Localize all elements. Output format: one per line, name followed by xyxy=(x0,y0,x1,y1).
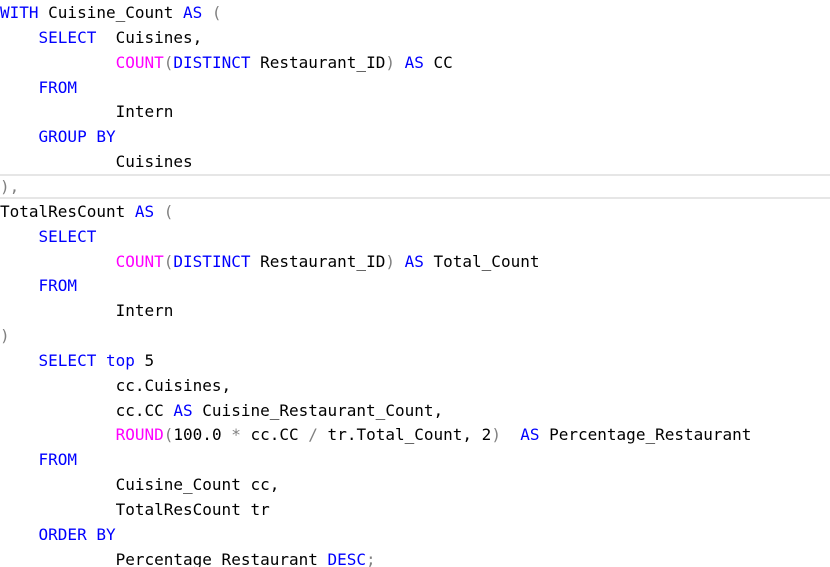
sql-keyword: DISTINCT xyxy=(173,251,251,271)
sql-keyword: GROUP BY xyxy=(38,127,116,147)
sql-keyword: SELECT xyxy=(38,226,97,246)
code-line: COUNT(DISTINCT Restaurant_ID) AS CC xyxy=(0,50,453,75)
code-line: Cuisine_Count cc, xyxy=(0,472,280,497)
code-line: Percentage_Restaurant DESC; xyxy=(0,547,376,567)
sql-text: Cuisines xyxy=(0,152,193,172)
sql-operator: / xyxy=(308,425,318,445)
sql-keyword: SELECT xyxy=(38,350,97,370)
sql-operator: ( xyxy=(163,425,174,445)
code-line: FROM xyxy=(0,273,78,298)
sql-operator: ) xyxy=(0,326,10,346)
code-line: SELECT xyxy=(0,224,97,249)
sql-text: Percentage_Restaurant xyxy=(539,425,752,445)
sql-operator: ) xyxy=(385,251,395,271)
code-line: FROM xyxy=(0,447,78,472)
code-line: ) xyxy=(0,323,10,348)
sql-function: ROUND xyxy=(115,425,164,445)
code-line: ORDER BY xyxy=(0,522,116,547)
sql-text: cc.Cuisines, xyxy=(0,375,232,395)
sql-text: Intern xyxy=(0,301,174,321)
sql-text: Restaurant_ID xyxy=(250,251,386,271)
sql-keyword: DESC xyxy=(327,549,367,567)
sql-keyword: DISTINCT xyxy=(173,52,251,72)
code-line: Intern xyxy=(0,298,174,323)
sql-keyword: ORDER BY xyxy=(38,524,116,544)
code-line: TotalResCount AS ( xyxy=(0,199,173,224)
code-line: SELECT top 5 xyxy=(0,348,155,373)
code-line: COUNT(DISTINCT Restaurant_ID) AS Total_C… xyxy=(0,249,540,274)
sql-text: Restaurant_ID xyxy=(250,52,386,72)
sql-text: Cuisine_Count cc, xyxy=(0,475,280,495)
sql-keyword: AS xyxy=(404,251,424,271)
code-line: Cuisines xyxy=(0,149,193,174)
sql-text: Total_Count xyxy=(423,251,540,271)
sql-operator: * xyxy=(231,425,241,445)
sql-operator: ) xyxy=(385,52,395,72)
sql-text: TotalResCount tr xyxy=(0,500,270,519)
sql-keyword: WITH xyxy=(0,3,39,22)
sql-operator: ) xyxy=(491,425,501,445)
sql-text: cc.CC xyxy=(240,425,309,445)
sql-operator: ( xyxy=(163,52,174,72)
statement-separator-top xyxy=(0,174,830,176)
code-line: cc.CC AS Cuisine_Restaurant_Count, xyxy=(0,398,444,423)
sql-operator: ), xyxy=(0,176,20,196)
code-line: ROUND(100.0 * cc.CC / tr.Total_Count, 2)… xyxy=(0,422,752,447)
sql-text: Intern xyxy=(0,102,174,122)
code-line: Intern xyxy=(0,99,174,124)
sql-keyword: AS xyxy=(134,201,155,221)
code-line: ), xyxy=(0,174,19,199)
sql-function: COUNT xyxy=(115,52,164,72)
sql-keyword: FROM xyxy=(38,77,78,97)
code-line: FROM xyxy=(0,75,78,100)
sql-operator: ( xyxy=(202,3,222,22)
sql-keyword: AS xyxy=(404,52,424,72)
code-line: cc.Cuisines, xyxy=(0,373,232,398)
code-editor[interactable]: WITH Cuisine_Count AS ( SELECT Cuisines,… xyxy=(0,0,830,567)
sql-text: Cuisine_Restaurant_Count, xyxy=(192,400,444,420)
code-line: TotalResCount tr xyxy=(0,497,270,522)
sql-keyword: AS xyxy=(183,3,203,22)
sql-text: TotalResCount xyxy=(0,201,135,221)
sql-keyword: FROM xyxy=(38,450,78,470)
sql-text: tr.Total_Count, 2 xyxy=(317,425,492,445)
code-line: GROUP BY xyxy=(0,124,116,149)
sql-text: Cuisine_Count xyxy=(38,3,184,22)
sql-operator: ; xyxy=(366,549,376,567)
sql-text: Percentage_Restaurant xyxy=(0,549,328,567)
sql-text: 5 xyxy=(134,350,155,370)
sql-text: 100.0 xyxy=(173,425,232,445)
sql-keyword: FROM xyxy=(38,276,78,296)
sql-text: Cuisines, xyxy=(96,27,203,47)
sql-keyword: SELECT xyxy=(38,27,97,47)
sql-operator: ( xyxy=(154,201,174,221)
sql-keyword: AS xyxy=(520,425,540,445)
code-line: SELECT Cuisines, xyxy=(0,25,203,50)
sql-text: CC xyxy=(423,52,453,72)
code-line: WITH Cuisine_Count AS ( xyxy=(0,0,222,25)
sql-text: cc.CC xyxy=(0,400,174,420)
sql-operator: ( xyxy=(163,251,174,271)
sql-keyword: AS xyxy=(173,400,193,420)
sql-keyword: top xyxy=(105,350,135,370)
sql-function: COUNT xyxy=(115,251,164,271)
